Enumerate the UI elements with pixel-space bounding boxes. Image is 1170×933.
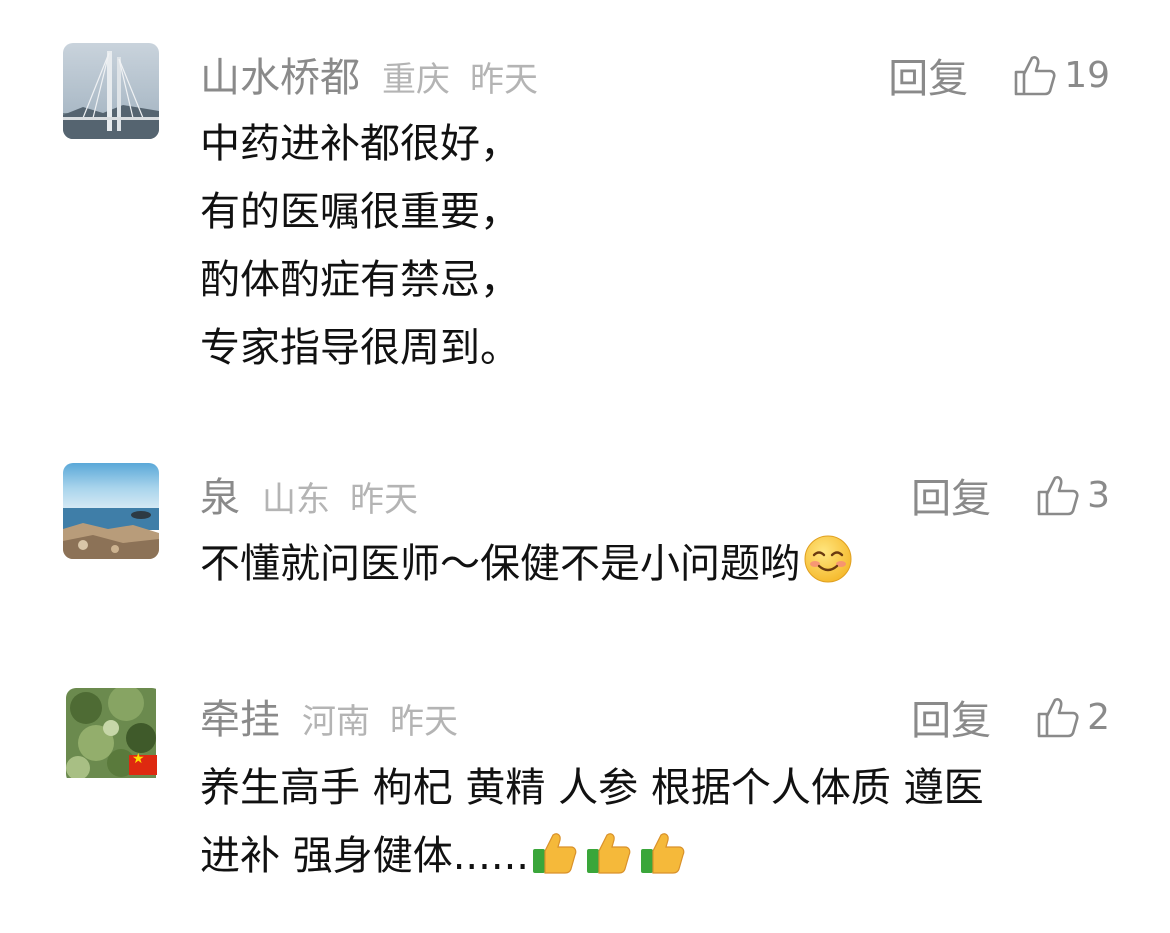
username[interactable]: 泉 — [200, 465, 240, 523]
location: 河南 — [302, 702, 370, 742]
reply-button[interactable]: 回复 — [888, 46, 968, 104]
comment-line-text: 进补 强身健体...... — [200, 833, 530, 879]
comment-line: 进补 强身健体...... — [200, 822, 984, 898]
comment-meta: 泉 山东 昨天 — [200, 465, 418, 525]
comment-item: 泉 山东 昨天 回复 3 不懂就问医师～保健不是小问题哟 — [0, 420, 1170, 660]
timestamp: 昨天 — [470, 60, 538, 100]
location: 重庆 — [382, 60, 450, 100]
username[interactable]: 山水桥都 — [200, 45, 360, 103]
like-button[interactable]: 2 — [1035, 694, 1110, 740]
timestamp: 昨天 — [350, 480, 418, 520]
avatar[interactable] — [63, 43, 159, 139]
comment-text: 中药进补都很好， 有的医嘱很重要， 酌体酌症有禁忌， 专家指导很周到。 — [200, 110, 520, 382]
thumbs-up-emoji — [531, 827, 691, 898]
username[interactable]: 牵挂 — [200, 687, 280, 745]
comment-item: 山水桥都 重庆 昨天 回复 19 中药进补都很好， 有的医嘱很重要， 酌体酌症有… — [0, 0, 1170, 420]
comment-line: 养生高手 枸杞 黄精 人参 根据个人体质 遵医 — [200, 765, 984, 811]
comment-actions: 回复 19 — [888, 45, 1110, 105]
location: 山东 — [262, 480, 330, 520]
like-button[interactable]: 3 — [1035, 472, 1110, 518]
thumbs-up-icon — [1035, 472, 1081, 518]
comment-actions: 回复 3 — [911, 465, 1110, 525]
comment-line: 中药进补都很好， — [200, 121, 520, 167]
china-flag-icon — [129, 751, 157, 775]
avatar[interactable] — [63, 463, 159, 559]
comment-line: 酌体酌症有禁忌， — [200, 257, 520, 303]
comment-text: 养生高手 枸杞 黄精 人参 根据个人体质 遵医 进补 强身健体...... — [200, 754, 984, 898]
smiling-face-emoji — [802, 533, 854, 606]
thumbs-up-icon — [1035, 694, 1081, 740]
comment-line: 有的医嘱很重要， — [200, 189, 520, 235]
comment-line: 专家指导很周到。 — [200, 325, 520, 371]
comment-text: 不懂就问医师～保健不是小问题哟 — [200, 530, 854, 606]
comment-actions: 回复 2 — [911, 687, 1110, 747]
comment-meta: 山水桥都 重庆 昨天 — [200, 45, 538, 105]
like-count: 19 — [1064, 54, 1110, 96]
reply-button[interactable]: 回复 — [911, 688, 991, 746]
timestamp: 昨天 — [390, 702, 458, 742]
thumbs-up-icon — [1012, 52, 1058, 98]
comment-line-text: 不懂就问医师～保健不是小问题哟 — [200, 541, 800, 587]
like-count: 2 — [1087, 696, 1110, 738]
like-button[interactable]: 19 — [1012, 52, 1110, 98]
comment-line: 不懂就问医师～保健不是小问题哟 — [200, 530, 854, 606]
comment-item: 牵挂 河南 昨天 回复 2 养生高手 枸杞 黄精 人参 根据个人体质 遵医 进补… — [0, 642, 1170, 933]
comment-meta: 牵挂 河南 昨天 — [200, 687, 458, 747]
like-count: 3 — [1087, 474, 1110, 516]
reply-button[interactable]: 回复 — [911, 466, 991, 524]
